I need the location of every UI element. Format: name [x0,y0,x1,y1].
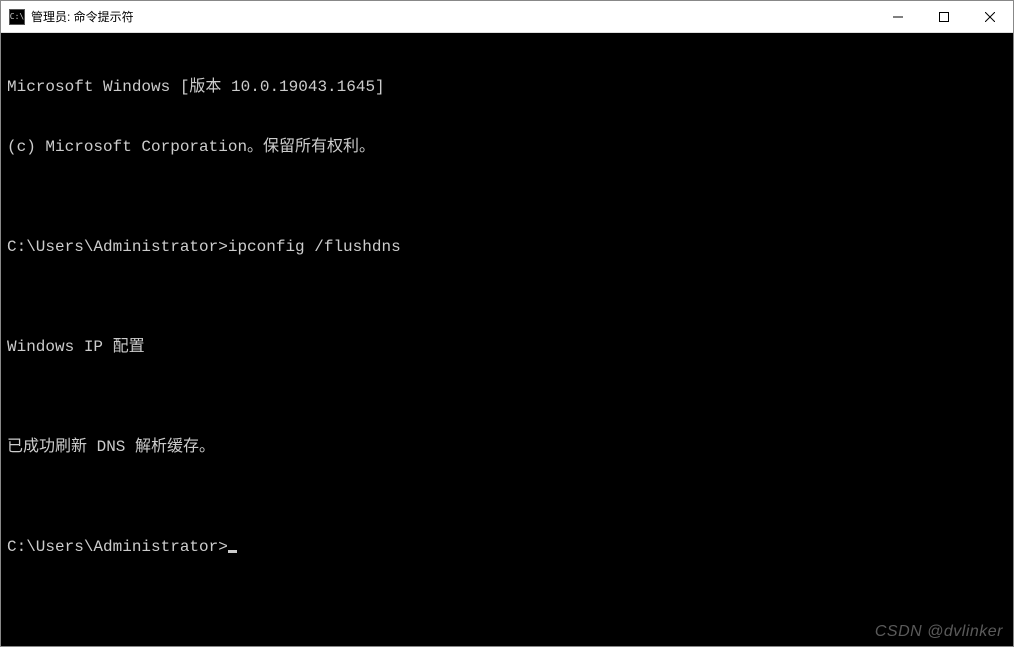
window-controls [875,1,1013,32]
window-title: 管理员: 命令提示符 [31,8,875,25]
maximize-button[interactable] [921,1,967,33]
close-button[interactable] [967,1,1013,33]
terminal-line: 已成功刷新 DNS 解析缓存。 [7,437,1007,457]
terminal-prompt-line: C:\Users\Administrator> [7,537,1007,557]
cursor-icon [228,550,237,553]
terminal-line: (c) Microsoft Corporation。保留所有权利。 [7,137,1007,157]
titlebar: C:\ 管理员: 命令提示符 [1,1,1013,33]
cmd-icon: C:\ [9,9,25,25]
terminal-line: Microsoft Windows [版本 10.0.19043.1645] [7,77,1007,97]
watermark-text: CSDN @dvlinker [875,622,1003,642]
terminal-prompt-text: C:\Users\Administrator> [7,538,228,556]
terminal-line: Windows IP 配置 [7,337,1007,357]
terminal-area[interactable]: Microsoft Windows [版本 10.0.19043.1645] (… [1,33,1013,646]
terminal-line: C:\Users\Administrator>ipconfig /flushdn… [7,237,1007,257]
minimize-button[interactable] [875,1,921,33]
